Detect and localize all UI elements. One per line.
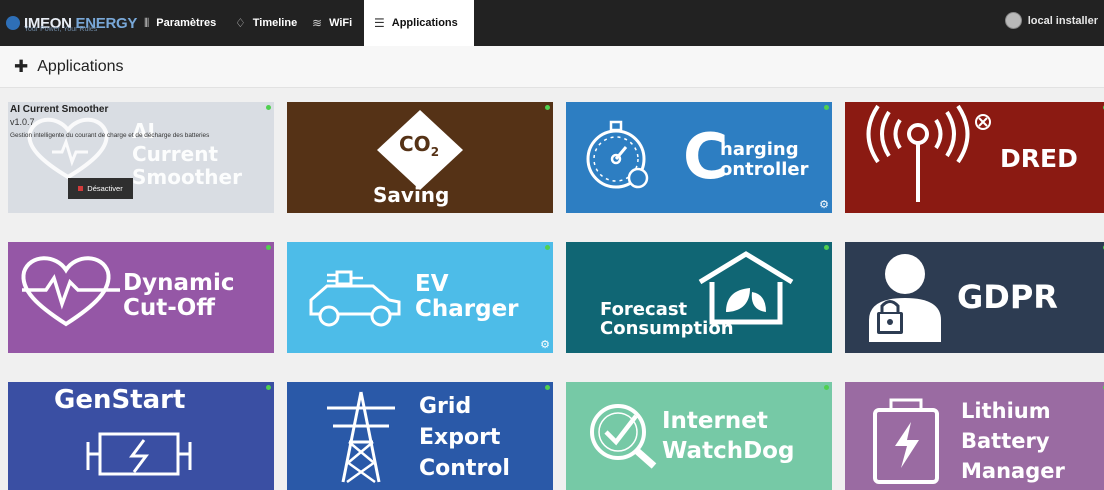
forecast-label: Forecast Consumption — [600, 299, 734, 339]
nav-wifi[interactable]: ≋ WiFi — [302, 0, 362, 46]
app-version: v1.0.7 — [10, 117, 35, 127]
wifi-icon: ≋ — [312, 16, 323, 30]
nav-label: Timeline — [252, 17, 298, 29]
app-tile-dred[interactable]: DRED — [845, 102, 1104, 213]
bell-icon: ♢ — [235, 16, 246, 30]
status-dot — [824, 245, 829, 250]
app-tile-internet-watchdog[interactable]: Internet WatchDog — [566, 382, 832, 490]
app-tile-grid-export-control[interactable]: Grid Export Control — [287, 382, 553, 490]
settings-gear-icon[interactable]: ⚙ — [540, 338, 550, 351]
status-dot — [824, 385, 829, 390]
page-title: Applications — [37, 57, 124, 75]
app-description: Gestion intelligente du courant de charg… — [10, 132, 210, 139]
nav-label: Applications — [391, 17, 458, 29]
deactivate-button[interactable]: Désactiver — [68, 178, 133, 199]
top-navbar: IMEON ENERGY Your Power, Your Rules ⦀ Pa… — [0, 0, 1104, 46]
app-tile-gdpr[interactable]: GDPR — [845, 242, 1104, 353]
co2-label: CO2 — [399, 132, 440, 159]
stop-icon — [78, 186, 84, 191]
app-title: AI Current Smoother — [10, 104, 109, 115]
user-name: local installer — [1027, 14, 1098, 27]
nav-label: Paramètres — [156, 17, 217, 29]
status-dot — [545, 245, 550, 250]
brand-logo[interactable]: IMEON ENERGY Your Power, Your Rules — [6, 8, 137, 38]
status-dot — [266, 245, 271, 250]
app-tile-forecast-consumption[interactable]: Forecast Consumption — [566, 242, 832, 353]
app-tile-ai-current-smoother[interactable]: AI Current Smoother AI Current Smoother … — [8, 102, 274, 213]
puzzle-icon: ✚ — [14, 56, 29, 76]
app-tile-genstart[interactable]: GenStart — [8, 382, 274, 490]
genstart-label: GenStart — [54, 385, 186, 415]
lithium-label: Lithium Battery Manager — [961, 399, 1065, 483]
watchdog-label: Internet WatchDog — [662, 408, 795, 464]
user-menu[interactable]: local installer — [1004, 12, 1098, 29]
charging-label: harging ontroller — [720, 139, 809, 180]
saving-label: Saving — [373, 183, 450, 207]
nav-parametres[interactable]: ⦀ Paramètres — [134, 0, 226, 46]
ai-tile-label: AI Current Smoother — [132, 119, 242, 189]
status-dot — [266, 105, 271, 110]
app-tile-ev-charger[interactable]: EV Charger ⚙ — [287, 242, 553, 353]
gdpr-label: GDPR — [957, 278, 1058, 316]
ev-label: EV Charger — [415, 271, 519, 322]
app-tile-co2-saving[interactable]: CO2 Saving — [287, 102, 553, 213]
status-dot — [545, 105, 550, 110]
list-icon: ☰ — [374, 16, 385, 30]
nav-label: WiFi — [329, 17, 353, 29]
settings-gear-icon[interactable]: ⚙ — [819, 198, 829, 211]
status-dot — [824, 105, 829, 110]
grid-export-label: Grid Export Control — [419, 394, 510, 481]
dred-label: DRED — [1000, 144, 1078, 173]
logo-icon — [6, 16, 20, 30]
section-header: ✚ Applications — [0, 46, 1104, 88]
status-dot — [266, 385, 271, 390]
dynamic-label: Dynamic Cut-Off — [123, 270, 235, 321]
brand-tagline: Your Power, Your Rules — [24, 26, 98, 33]
app-tile-dynamic-cut-off[interactable]: Dynamic Cut-Off — [8, 242, 274, 353]
sliders-icon: ⦀ — [144, 15, 150, 30]
nav-timeline[interactable]: ♢ Timeline — [225, 0, 307, 46]
status-dot — [545, 385, 550, 390]
app-tile-charging-controller[interactable]: C harging ontroller ⚙ — [566, 102, 832, 213]
avatar — [1004, 12, 1022, 29]
nav-applications[interactable]: ☰ Applications — [364, 0, 474, 46]
app-tile-lithium-battery-manager[interactable]: Lithium Battery Manager — [845, 382, 1104, 490]
